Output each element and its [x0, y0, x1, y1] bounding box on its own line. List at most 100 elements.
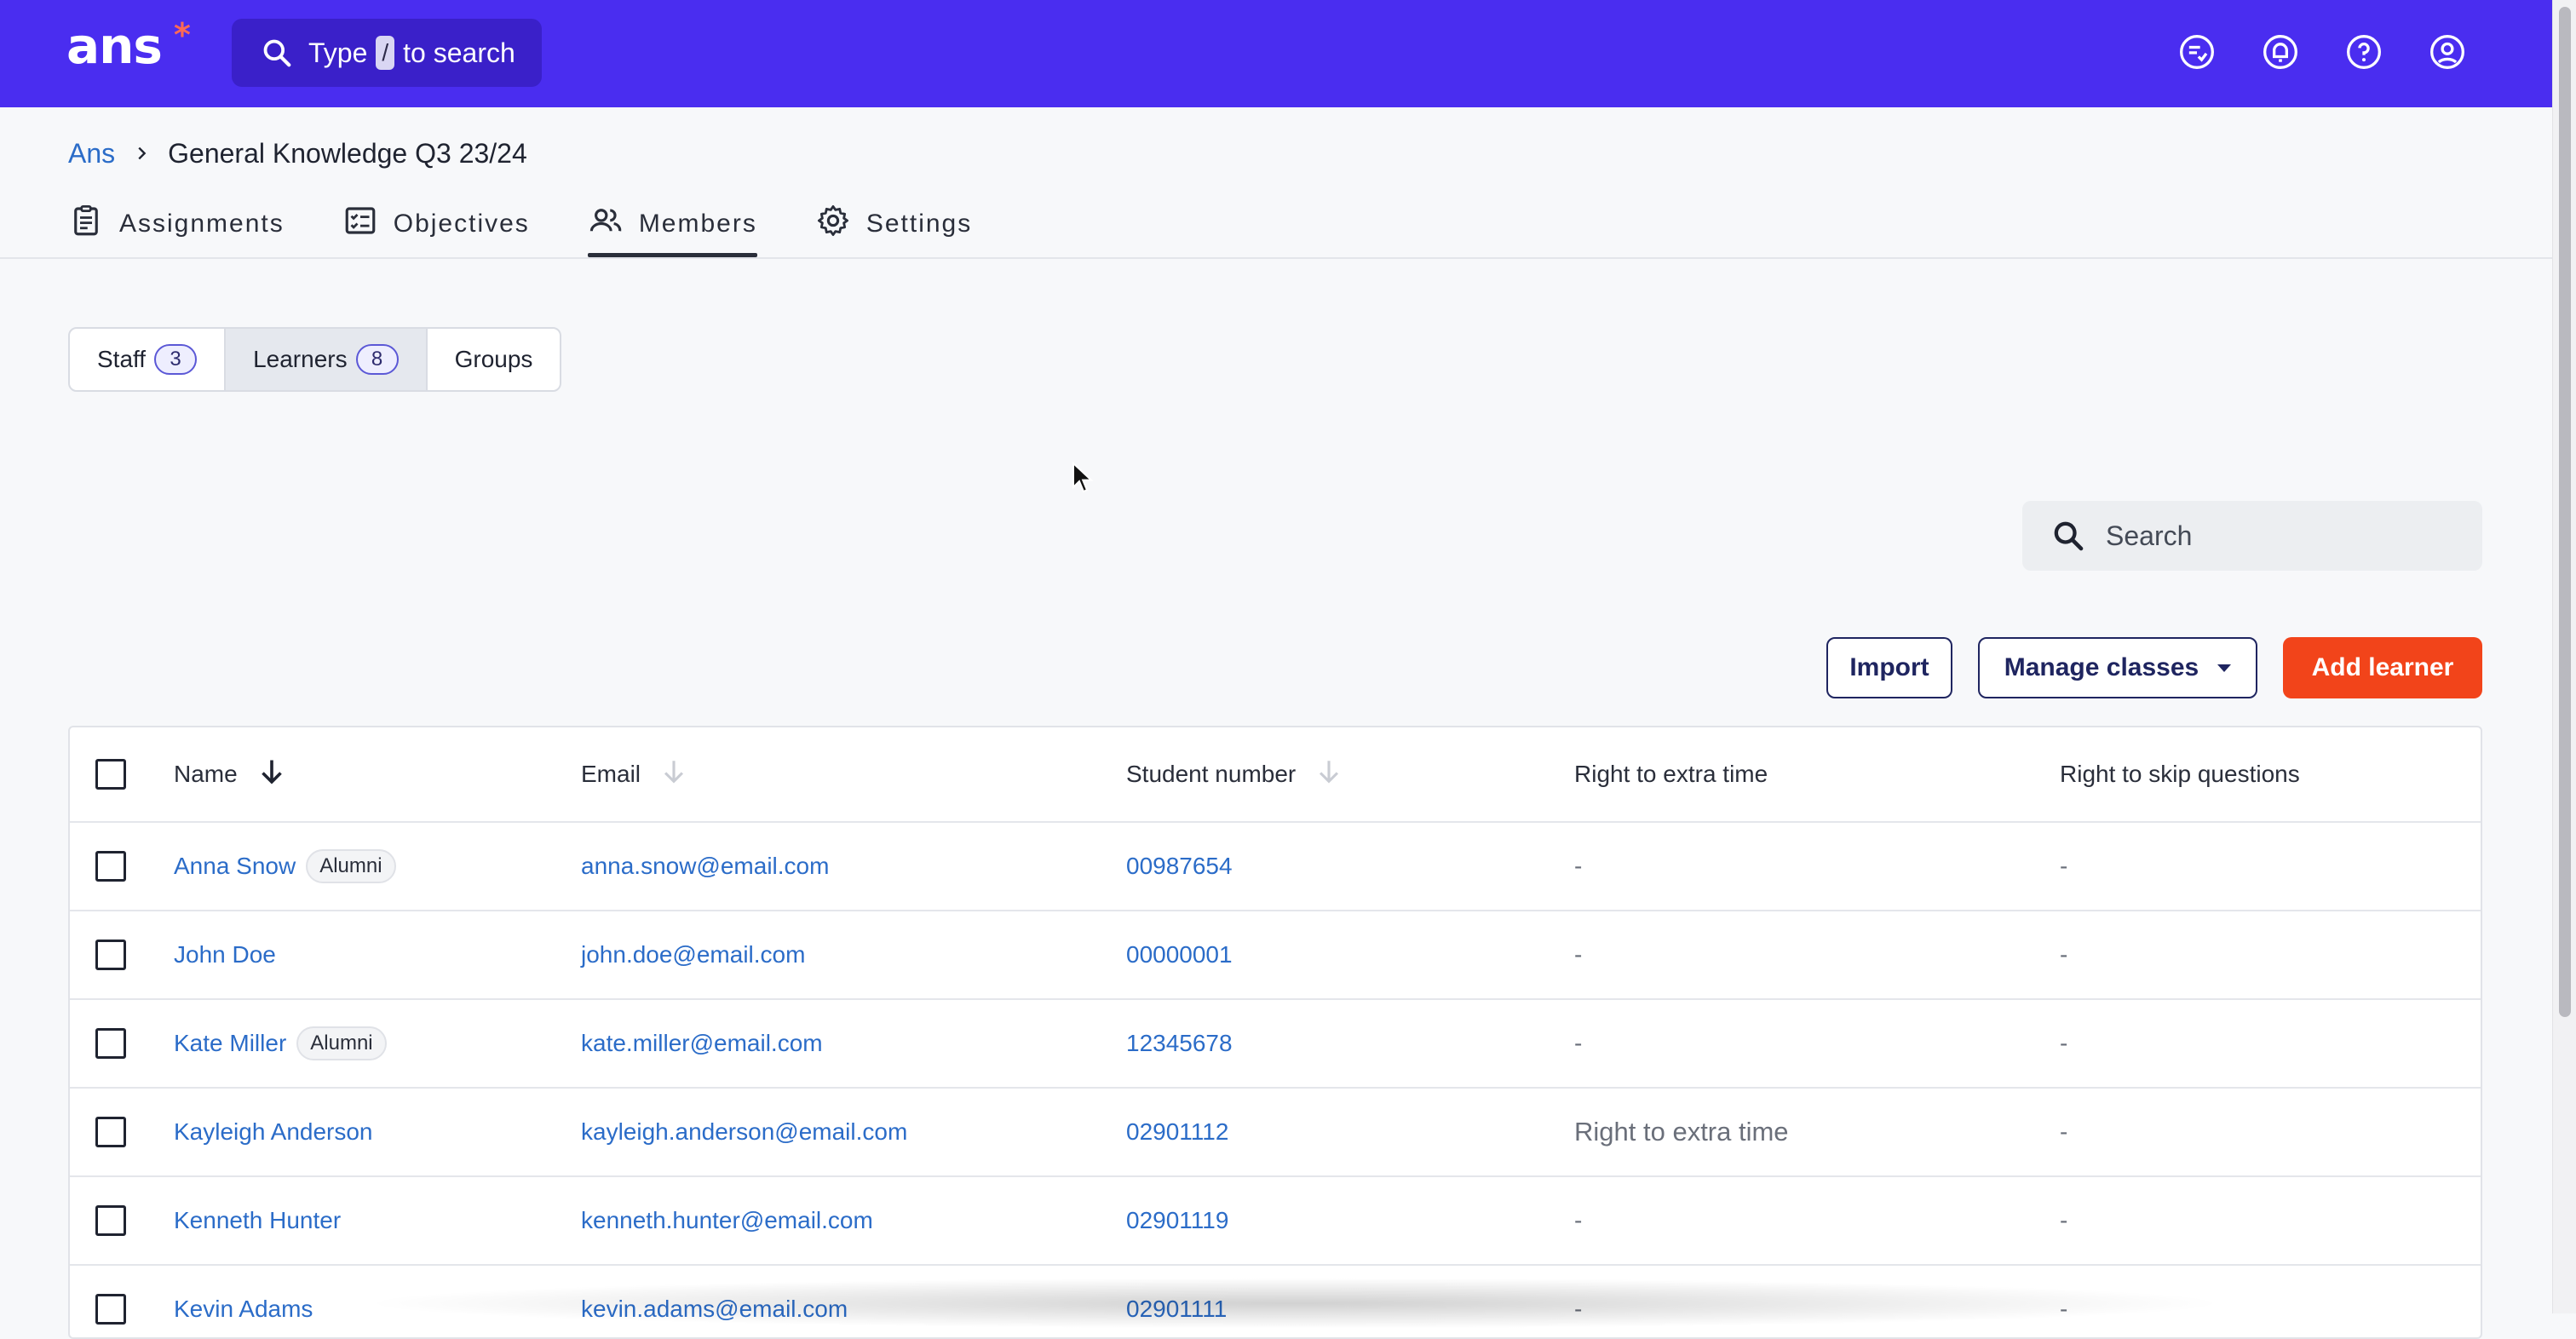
learner-name-link[interactable]: Kate Miller	[174, 1030, 286, 1057]
column-header-skip-questions: Right to skip questions	[2060, 761, 2300, 787]
learner-email-link[interactable]: john.doe@email.com	[581, 941, 805, 968]
learner-name-link[interactable]: Kayleigh Anderson	[174, 1118, 373, 1146]
manage-classes-label: Manage classes	[2004, 653, 2199, 681]
section-tabs: Assignments Objectives Members Settings	[68, 196, 1030, 259]
tab-members[interactable]: Members	[587, 196, 757, 257]
scrollbar-thumb[interactable]	[2559, 7, 2571, 1017]
checklist-icon[interactable]	[2177, 32, 2217, 72]
bell-icon[interactable]	[2261, 32, 2300, 72]
row-checkbox[interactable]	[95, 1117, 126, 1147]
tab-members-label: Members	[638, 210, 757, 238]
extra-time-value: -	[1574, 1296, 1583, 1322]
select-all-checkbox[interactable]	[95, 759, 126, 790]
learner-email-link[interactable]: kate.miller@email.com	[581, 1030, 823, 1057]
table-header-row: Name Email Student number Right to extra…	[70, 727, 2481, 823]
breadcrumb: Ans General Knowledge Q3 23/24	[68, 135, 527, 172]
logo-star: *	[174, 16, 191, 54]
help-icon[interactable]	[2344, 32, 2383, 72]
row-checkbox[interactable]	[95, 851, 126, 882]
arrow-down-icon	[256, 756, 287, 793]
mouse-cursor-icon	[1072, 461, 1094, 498]
learner-search	[2022, 501, 2482, 571]
tab-objectives[interactable]: Objectives	[342, 196, 530, 252]
tab-settings[interactable]: Settings	[815, 196, 972, 252]
skip-questions-value: -	[2060, 1030, 2068, 1056]
alumni-badge: Alumni	[306, 849, 396, 883]
learner-email-link[interactable]: kayleigh.anderson@email.com	[581, 1118, 907, 1146]
add-learner-button[interactable]: Add learner	[2283, 637, 2482, 698]
people-icon	[588, 203, 624, 245]
segment-learners[interactable]: Learners 8	[226, 329, 428, 390]
column-email-label: Email	[581, 761, 641, 787]
slash-key-hint: /	[376, 36, 395, 70]
column-header-extra-time: Right to extra time	[1574, 761, 1768, 787]
column-header-name[interactable]: Name	[174, 727, 287, 821]
learner-name-link[interactable]: Kevin Adams	[174, 1296, 313, 1323]
column-name-label: Name	[174, 761, 238, 787]
breadcrumb-root-link[interactable]: Ans	[68, 135, 115, 172]
extra-time-value: -	[1574, 1207, 1583, 1233]
learner-name-link[interactable]: John Doe	[174, 941, 276, 968]
row-checkbox[interactable]	[95, 1205, 126, 1236]
learner-email-link[interactable]: kevin.adams@email.com	[581, 1296, 848, 1323]
segment-learners-label: Learners	[253, 346, 348, 372]
learner-name-link[interactable]: Kenneth Hunter	[174, 1207, 341, 1234]
learners-table: Name Email Student number Right to extra…	[68, 726, 2482, 1339]
staff-count-badge: 3	[154, 344, 198, 375]
student-number-link[interactable]: 02901111	[1126, 1296, 1227, 1323]
tab-objectives-label: Objectives	[393, 210, 530, 238]
segment-groups[interactable]: Groups	[428, 329, 561, 390]
learners-count-badge: 8	[355, 344, 399, 375]
manage-classes-dropdown[interactable]: Manage classes	[1978, 637, 2257, 698]
segment-staff[interactable]: Staff 3	[70, 329, 227, 390]
global-search-button[interactable]: Type / to search	[232, 19, 542, 87]
search-hint-prefix: Type	[308, 37, 368, 68]
top-icons	[2177, 32, 2467, 72]
skip-questions-value: -	[2060, 941, 2068, 968]
ans-logo[interactable]: ans	[66, 19, 163, 73]
extra-time-value: -	[1574, 1030, 1583, 1056]
skip-questions-value: -	[2060, 1118, 2068, 1145]
segment-staff-label: Staff	[97, 346, 147, 372]
table-row: Kevin Adams kevin.adams@email.com 029011…	[70, 1266, 2481, 1337]
skip-questions-value: -	[2060, 1296, 2068, 1322]
tab-assignments-label: Assignments	[119, 210, 285, 238]
import-button[interactable]: Import	[1826, 637, 1952, 698]
column-student-number-label: Student number	[1126, 761, 1297, 787]
student-number-link[interactable]: 02901112	[1126, 1118, 1228, 1146]
learner-email-link[interactable]: kenneth.hunter@email.com	[581, 1207, 873, 1234]
clipboard-icon	[68, 203, 104, 245]
table-row: Kayleigh Anderson kayleigh.anderson@emai…	[70, 1089, 2481, 1177]
sort-arrow-icon	[659, 757, 688, 792]
student-number-link[interactable]: 12345678	[1126, 1030, 1233, 1057]
learner-email-link[interactable]: anna.snow@email.com	[581, 853, 829, 880]
student-number-link[interactable]: 02901119	[1126, 1207, 1228, 1234]
search-hint-suffix: to search	[403, 37, 515, 68]
checklist-box-icon	[342, 203, 378, 245]
table-row: Kenneth Hunter kenneth.hunter@email.com …	[70, 1177, 2481, 1266]
account-icon[interactable]	[2428, 32, 2467, 72]
sort-arrow-icon	[1314, 757, 1343, 792]
table-row: Kate Miller Alumni kate.miller@email.com…	[70, 1000, 2481, 1089]
search-input[interactable]	[2104, 519, 2462, 553]
skip-questions-value: -	[2060, 1207, 2068, 1233]
column-header-email[interactable]: Email	[581, 727, 688, 821]
student-number-link[interactable]: 00987654	[1126, 853, 1233, 880]
extra-time-value: -	[1574, 941, 1583, 968]
search-icon	[2051, 519, 2085, 553]
row-checkbox[interactable]	[95, 1294, 126, 1325]
skip-questions-value: -	[2060, 853, 2068, 879]
learner-name-link[interactable]: Anna Snow	[174, 853, 296, 880]
table-row: Anna Snow Alumni anna.snow@email.com 009…	[70, 823, 2481, 911]
column-header-student-number[interactable]: Student number	[1126, 727, 1343, 821]
page-title: General Knowledge Q3 23/24	[168, 138, 527, 169]
extra-time-value: Right to extra time	[1574, 1117, 1789, 1146]
segment-groups-label: Groups	[454, 346, 533, 372]
table-row: John Doe john.doe@email.com 00000001 - -	[70, 911, 2481, 1000]
search-icon	[261, 37, 293, 69]
student-number-link[interactable]: 00000001	[1126, 941, 1233, 968]
row-checkbox[interactable]	[95, 1028, 126, 1059]
gear-icon	[815, 203, 851, 245]
row-checkbox[interactable]	[95, 940, 126, 970]
tab-assignments[interactable]: Assignments	[68, 196, 285, 252]
